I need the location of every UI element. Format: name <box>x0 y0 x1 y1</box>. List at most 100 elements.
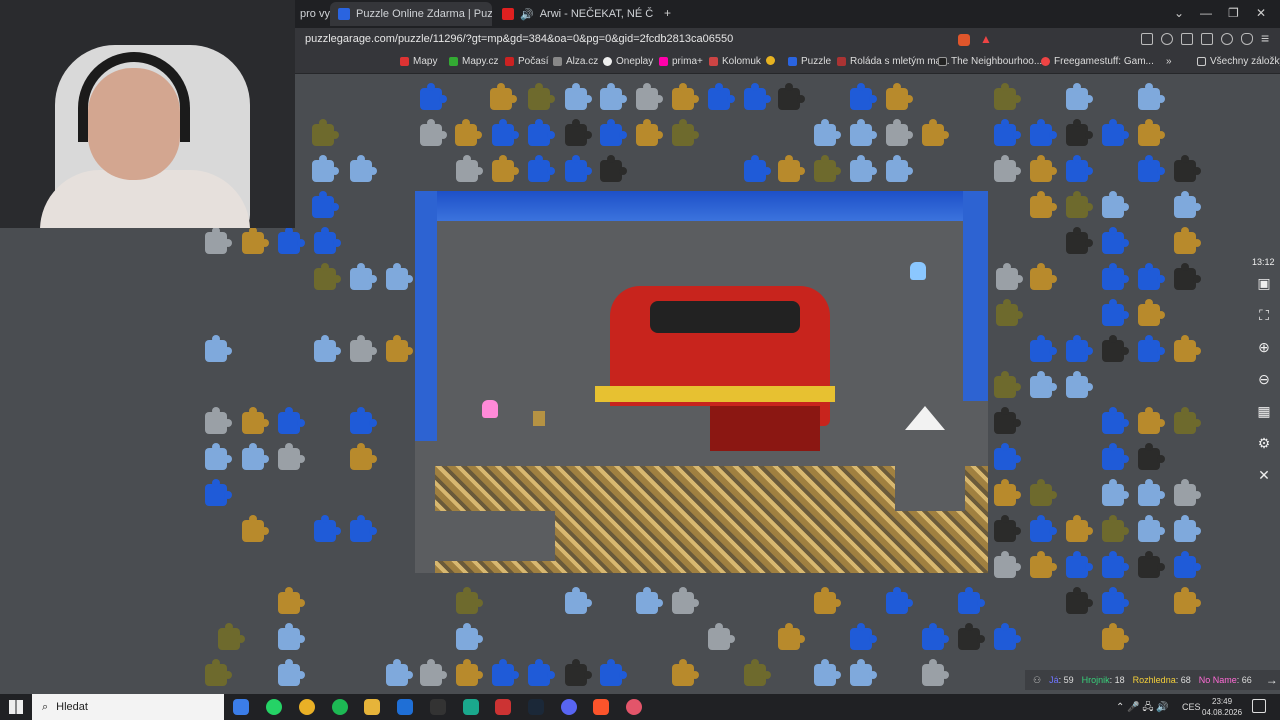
puzzle-piece[interactable] <box>205 443 232 470</box>
puzzle-piece[interactable] <box>205 227 232 254</box>
puzzle-piece[interactable] <box>994 155 1021 182</box>
media-app-icon[interactable] <box>463 699 479 715</box>
puzzle-piece[interactable] <box>1102 587 1129 614</box>
puzzle-piece[interactable] <box>672 83 699 110</box>
system-clock[interactable]: 23:49 04.08.2026 <box>1202 696 1242 718</box>
puzzle-piece[interactable] <box>1174 551 1201 578</box>
puzzle-piece[interactable] <box>744 155 771 182</box>
file-explorer-icon[interactable] <box>364 699 380 715</box>
puzzle-piece[interactable] <box>456 155 483 182</box>
puzzle-piece[interactable] <box>996 299 1023 326</box>
puzzle-piece[interactable] <box>1138 443 1165 470</box>
extensions-icon[interactable] <box>1141 33 1153 45</box>
puzzle-piece[interactable] <box>205 407 232 434</box>
puzzle-piece[interactable] <box>565 587 592 614</box>
puzzle-piece[interactable] <box>1102 299 1129 326</box>
whatsapp-icon[interactable] <box>266 699 282 715</box>
bookmark-puzzle[interactable]: Puzzle <box>788 56 831 67</box>
puzzle-piece[interactable] <box>886 119 913 146</box>
rewards-icon[interactable]: ▲ <box>980 32 992 46</box>
bookmark-kolomuk[interactable]: Kolomuk <box>709 56 761 67</box>
puzzle-piece[interactable] <box>278 623 305 650</box>
taskbar-search[interactable]: ⌕ Hledat <box>32 694 224 720</box>
puzzle-piece[interactable] <box>242 515 269 542</box>
puzzle-piece[interactable] <box>1102 407 1129 434</box>
puzzle-piece[interactable] <box>1030 191 1057 218</box>
puzzle-piece[interactable] <box>1030 515 1057 542</box>
language-indicator[interactable]: CES <box>1182 702 1201 712</box>
puzzle-piece[interactable] <box>1174 263 1201 290</box>
bookmark-oneplay[interactable]: Oneplay <box>603 56 653 67</box>
puzzle-piece[interactable] <box>218 623 245 650</box>
vpn-icon[interactable] <box>1241 33 1253 45</box>
puzzle-piece[interactable] <box>205 479 232 506</box>
puzzle-piece[interactable] <box>708 623 735 650</box>
puzzle-piece[interactable] <box>922 119 949 146</box>
bookmark-prima[interactable]: prima+ <box>659 56 703 67</box>
puzzle-piece[interactable] <box>1102 443 1129 470</box>
maps-pin-icon[interactable] <box>626 699 642 715</box>
puzzle-piece[interactable] <box>1174 191 1201 218</box>
puzzle-piece[interactable] <box>1138 155 1165 182</box>
bookmark-rolada[interactable]: Roláda s mletým ma... <box>837 56 949 67</box>
puzzle-piece[interactable] <box>850 83 877 110</box>
puzzle-piece[interactable] <box>565 659 592 686</box>
puzzle-piece[interactable] <box>350 155 377 182</box>
restore-icon[interactable]: ❐ <box>1228 6 1239 20</box>
bookmark-alza[interactable]: Alza.cz <box>553 56 598 67</box>
settings-gear-icon[interactable]: ⚙ <box>1257 436 1271 450</box>
puzzle-piece[interactable] <box>672 659 699 686</box>
puzzle-board[interactable] <box>415 191 988 573</box>
bookmark-chrome[interactable] <box>766 56 775 65</box>
puzzle-piece[interactable] <box>672 587 699 614</box>
puzzle-piece[interactable] <box>1102 551 1129 578</box>
puzzle-piece[interactable] <box>922 659 949 686</box>
obs-icon[interactable] <box>495 699 511 715</box>
puzzle-piece[interactable] <box>600 119 627 146</box>
puzzle-piece[interactable] <box>636 83 663 110</box>
puzzle-piece[interactable] <box>600 155 627 182</box>
puzzle-piece[interactable] <box>350 515 377 542</box>
puzzle-piece[interactable] <box>1138 335 1165 362</box>
puzzle-piece[interactable] <box>814 587 841 614</box>
puzzle-piece[interactable] <box>1138 479 1165 506</box>
puzzle-piece[interactable] <box>994 119 1021 146</box>
puzzle-piece[interactable] <box>958 623 985 650</box>
puzzle-piece[interactable] <box>278 587 305 614</box>
notifications-icon[interactable] <box>1252 699 1266 713</box>
puzzle-piece[interactable] <box>1138 299 1165 326</box>
puzzle-piece[interactable] <box>565 155 592 182</box>
puzzle-piece[interactable] <box>1066 155 1093 182</box>
puzzle-piece[interactable] <box>492 155 519 182</box>
puzzle-piece[interactable] <box>994 371 1021 398</box>
bookmark-mapy-cz[interactable]: Mapy.cz <box>449 56 499 67</box>
puzzle-piece[interactable] <box>1174 407 1201 434</box>
vs-code-icon[interactable] <box>397 699 413 715</box>
puzzle-piece[interactable] <box>1030 551 1057 578</box>
puzzle-piece[interactable] <box>386 335 413 362</box>
puzzle-piece[interactable] <box>1066 335 1093 362</box>
puzzle-piece[interactable] <box>778 155 805 182</box>
steam-icon[interactable] <box>528 699 544 715</box>
minimize-icon[interactable]: — <box>1200 6 1212 20</box>
puzzle-piece[interactable] <box>1030 119 1057 146</box>
puzzle-piece[interactable] <box>490 83 517 110</box>
puzzle-piece[interactable] <box>778 623 805 650</box>
tab-youtube[interactable]: 🔊 Arwi - NEČEKAT, NÉ ČEKAT! - You <box>494 2 654 26</box>
puzzle-piece[interactable] <box>636 119 663 146</box>
puzzle-piece[interactable] <box>994 515 1021 542</box>
brave-shield-icon[interactable] <box>958 34 970 46</box>
puzzle-piece[interactable] <box>708 83 735 110</box>
puzzle-piece[interactable] <box>386 659 413 686</box>
sort-pieces-icon[interactable]: ▦ <box>1257 404 1271 418</box>
puzzle-piece[interactable] <box>672 119 699 146</box>
puzzle-piece[interactable] <box>600 83 627 110</box>
puzzle-piece[interactable] <box>1066 371 1093 398</box>
bookmark-neighbourhood[interactable]: The Neighbourhoo... <box>938 56 1042 67</box>
puzzle-piece[interactable] <box>922 623 949 650</box>
puzzle-piece[interactable] <box>242 443 269 470</box>
new-tab-icon[interactable]: + <box>664 6 671 20</box>
puzzle-piece[interactable] <box>1102 479 1129 506</box>
wallet-icon[interactable] <box>1201 33 1213 45</box>
fullscreen-icon[interactable]: ⛶ <box>1257 308 1271 322</box>
